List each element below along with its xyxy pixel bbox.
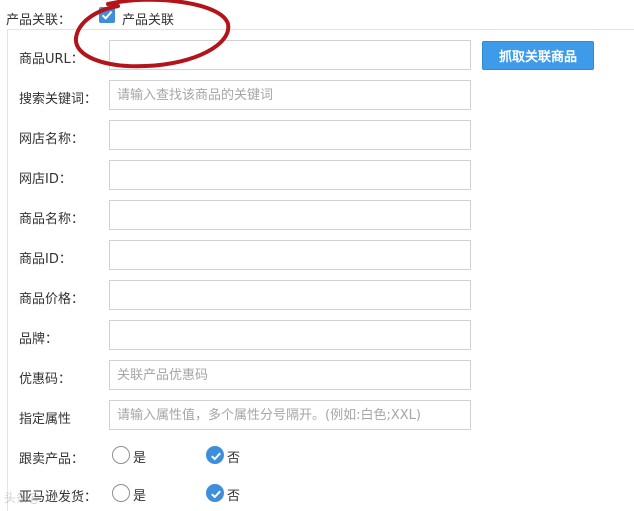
url-label: 商品URL： [19,52,84,67]
follow-sell-no-label: 否 [227,451,241,466]
radio-row-follow-sell: 跟卖产品： 是 否 [8,440,634,470]
product-id-label: 商品ID： [19,252,72,267]
product-link-form-page: 产品关联： 产品关联 商品URL： 抓取关联商品 搜索关键词： 网店名称： 网店… [0,0,634,511]
shop-name-label: 网店名称： [19,132,85,147]
field-row-product-price: 商品价格： [8,280,634,310]
field-row-attributes: 指定属性 [8,400,634,430]
coupon-label: 优惠码： [19,372,72,387]
attributes-label: 指定属性 [19,412,72,427]
product-link-label: 产品关联： [6,13,72,28]
amazon-fulfill-label: 亚马逊发货： [19,490,98,505]
field-row-coupon: 优惠码： [8,360,634,390]
product-name-input[interactable] [109,200,471,230]
fetch-linked-product-button[interactable]: 抓取关联商品 [482,41,594,70]
field-row-keyword: 搜索关键词： [8,80,634,110]
coupon-input[interactable] [109,360,471,390]
field-row-product-id: 商品ID： [8,240,634,270]
radio-unchecked-icon [112,446,130,464]
shop-name-input[interactable] [109,120,471,150]
field-row-brand: 品牌： [8,320,634,350]
brand-input[interactable] [109,320,471,350]
product-form-panel: 商品URL： 抓取关联商品 搜索关键词： 网店名称： 网店ID： 商品名称： 商… [7,29,634,511]
radio-checked-icon [206,446,224,464]
product-name-label: 商品名称： [19,212,85,227]
field-row-shop-id: 网店ID： [8,160,634,190]
checkmark-icon [101,10,113,20]
amazon-fulfill-no-label: 否 [227,489,241,504]
shop-id-input[interactable] [109,160,471,190]
shop-id-label: 网店ID： [19,172,72,187]
product-price-label: 商品价格： [19,292,85,307]
keyword-input[interactable] [109,80,471,110]
attributes-input[interactable] [109,400,471,430]
product-price-input[interactable] [109,280,471,310]
field-row-product-name: 商品名称： [8,200,634,230]
product-link-checkbox[interactable] [99,7,115,23]
keyword-label: 搜索关键词： [19,92,98,107]
follow-sell-yes-label: 是 [133,451,147,466]
radio-unchecked-icon [112,484,130,502]
field-row-shop-name: 网店名称： [8,120,634,150]
product-id-input[interactable] [109,240,471,270]
radio-row-amazon-fulfill: 亚马逊发货： 是 否 [8,478,634,508]
amazon-fulfill-yes-label: 是 [133,489,147,504]
radio-checked-icon [206,484,224,502]
product-link-row: 产品关联： 产品关联 [0,0,634,30]
product-link-checkbox-label[interactable]: 产品关联 [122,9,174,28]
brand-label: 品牌： [19,332,59,347]
url-input[interactable] [109,40,471,70]
field-row-url: 商品URL： 抓取关联商品 [8,40,634,70]
follow-sell-label: 跟卖产品： [19,452,85,467]
